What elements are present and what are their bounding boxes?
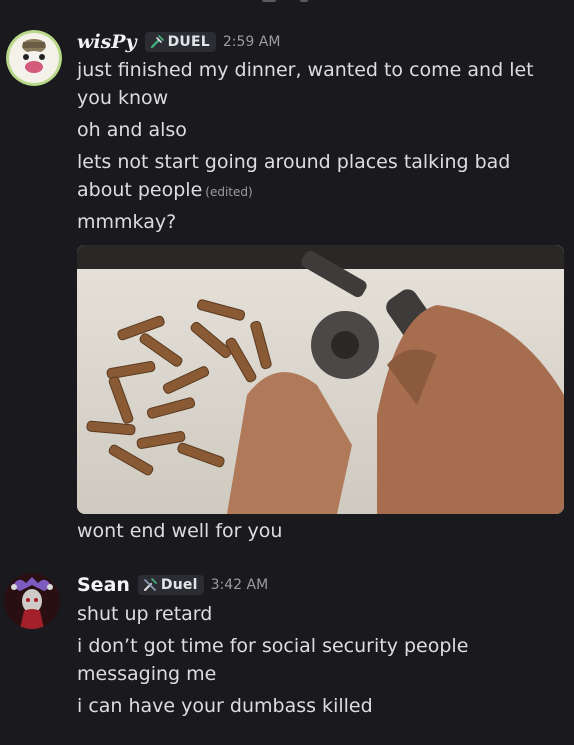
- username[interactable]: wisPy: [77, 31, 137, 53]
- tag-label: DUEL: [167, 33, 210, 50]
- avatar[interactable]: [4, 573, 60, 629]
- sword-check-icon: [150, 34, 164, 48]
- message-text: lets not start going around places talki…: [77, 148, 557, 206]
- message-text: wont end well for you: [77, 520, 283, 542]
- server-tag[interactable]: DUEL: [144, 32, 216, 52]
- message-text: oh and also: [77, 119, 187, 141]
- message-text: just finished my dinner, wanted to come …: [77, 59, 534, 109]
- avatar[interactable]: [6, 30, 62, 86]
- edited-marker: (edited): [205, 185, 253, 199]
- revolver-image: [77, 245, 564, 514]
- server-tag[interactable]: Duel: [137, 575, 204, 595]
- image-attachment[interactable]: [77, 245, 564, 514]
- timestamp: 3:42 AM: [210, 577, 269, 593]
- message-group-sean: Sean Duel 3:42 AM shut up retard i don’t…: [0, 565, 574, 745]
- message-body: lets not start going around places talki…: [77, 151, 511, 201]
- message-header: Sean Duel 3:42 AM: [77, 574, 268, 596]
- message-text: i don’t got time for social security peo…: [77, 635, 469, 685]
- sword-check-icon: [143, 577, 157, 591]
- tag-label: Duel: [160, 576, 198, 593]
- message-text: mmmkay?: [77, 211, 177, 233]
- message-header: wisPy DUEL 2:59 AM: [77, 31, 280, 53]
- message-text: i can have your dumbass killed: [77, 695, 373, 717]
- username[interactable]: Sean: [77, 574, 130, 596]
- timestamp: 2:59 AM: [222, 34, 281, 50]
- message-text: shut up retard: [77, 603, 213, 625]
- message-group-wispy: wisPy DUEL 2:59 AM just finished my dinn…: [0, 0, 574, 560]
